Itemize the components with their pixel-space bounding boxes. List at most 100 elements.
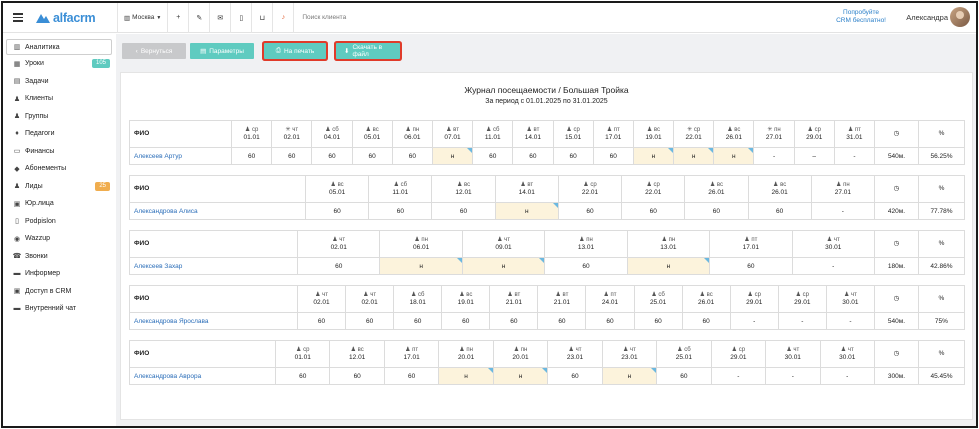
attendance-cell[interactable]: н (438, 367, 494, 385)
date-column-header[interactable]: ♟ пн 20.01 (438, 340, 494, 368)
avatar[interactable] (950, 7, 970, 27)
attendance-cell[interactable]: - (777, 312, 827, 330)
date-column-header[interactable]: ♟ пт 17.01 (592, 120, 634, 148)
attendance-cell[interactable]: н (601, 367, 658, 385)
attendance-cell[interactable]: н (431, 147, 474, 165)
attendance-cell[interactable]: 60 (296, 312, 347, 330)
date-column-header[interactable]: ♟ вс 26.01 (747, 175, 812, 203)
date-column-header[interactable]: ✳ пн 27.01 (753, 120, 795, 148)
date-column-header[interactable]: ♟ пн 06.01 (391, 120, 433, 148)
download-button[interactable]: ⬇ Скачать в файл (336, 43, 400, 59)
params-button[interactable]: ▤ Параметры (190, 43, 254, 59)
date-column-header[interactable]: ♟ вс 26.01 (681, 285, 731, 313)
attendance-cell[interactable]: 60 (489, 312, 539, 330)
date-column-header[interactable]: ♟ вс 05.01 (351, 120, 393, 148)
date-column-header[interactable]: ♟ сб 11.01 (472, 120, 514, 148)
attendance-cell[interactable]: н (494, 202, 559, 220)
sidebar-item[interactable]: ♟ Группы (3, 108, 115, 126)
attendance-cell[interactable]: - (729, 312, 779, 330)
attendance-cell[interactable]: 60 (351, 147, 393, 165)
attendance-cell[interactable]: - (810, 202, 875, 220)
sidebar-item[interactable]: ▯ Podpislon (3, 213, 115, 231)
attendance-cell[interactable]: 60 (684, 202, 749, 220)
attendance-cell[interactable]: 60 (296, 257, 381, 275)
sidebar-item[interactable]: ▤ Задачи (3, 73, 115, 91)
sidebar-item[interactable]: ♟ Клиенты (3, 90, 115, 108)
student-name-link[interactable]: Александрова Ярослава (129, 312, 298, 330)
sidebar-item[interactable]: ▥ Аналитика (6, 39, 112, 55)
attendance-cell[interactable]: н (632, 147, 675, 165)
date-column-header[interactable]: ♟ чт 09.01 (461, 230, 546, 258)
attendance-cell[interactable]: 60 (681, 312, 731, 330)
date-column-header[interactable]: ♟ ср 29.01 (793, 120, 835, 148)
attendance-cell[interactable]: 60 (274, 367, 331, 385)
date-column-header[interactable]: ♟ пт 24.01 (585, 285, 635, 313)
date-column-header[interactable]: ♟ чт 02.01 (345, 285, 395, 313)
attendance-cell[interactable]: 60 (592, 147, 634, 165)
sidebar-item[interactable]: ▭ Финансы (3, 143, 115, 161)
attendance-cell[interactable]: 60 (345, 312, 395, 330)
date-column-header[interactable]: ♟ пн 20.01 (492, 340, 549, 368)
attendance-cell[interactable]: 60 (537, 312, 587, 330)
print-button[interactable]: ⎙ На печать (264, 43, 326, 59)
attendance-cell[interactable]: 60 (547, 367, 603, 385)
logo[interactable]: alfacrm (35, 11, 117, 25)
student-name-link[interactable]: Александрова Аврора (129, 367, 276, 385)
attendance-cell[interactable]: н (673, 147, 715, 165)
try-free-link[interactable]: Попробуйте CRM бесплатно! (836, 9, 886, 25)
attendance-cell[interactable]: - (833, 147, 876, 165)
date-column-header[interactable]: ♟ ср 29.01 (729, 285, 779, 313)
date-column-header[interactable]: ♟ чт 30.01 (819, 340, 875, 368)
plus-icon[interactable]: + (168, 3, 188, 33)
date-column-header[interactable]: ♟ ср 29.01 (710, 340, 767, 368)
date-column-header[interactable]: ♟ вт 14.01 (494, 175, 559, 203)
date-column-header[interactable]: ♟ ср 15.01 (552, 120, 594, 148)
date-column-header[interactable]: ♟ сб 11.01 (368, 175, 433, 203)
date-column-header[interactable]: ✳ чт 02.01 (271, 120, 313, 148)
date-column-header[interactable]: ♟ пн 27.01 (810, 175, 875, 203)
date-column-header[interactable]: ♟ чт 23.01 (547, 340, 603, 368)
date-column-header[interactable]: ♟ ср 22.01 (621, 175, 686, 203)
student-name-link[interactable]: Александрова Алиса (129, 202, 306, 220)
sidebar-item[interactable]: ▣ Юр.лица (3, 195, 115, 213)
sidebar-item[interactable]: ☎ Звонки (3, 248, 115, 266)
date-column-header[interactable]: ♟ чт 30.01 (791, 230, 875, 258)
attendance-cell[interactable]: 60 (271, 147, 313, 165)
date-column-header[interactable]: ♟ ср 01.01 (230, 120, 273, 148)
attendance-cell[interactable]: н (713, 147, 755, 165)
user-name[interactable]: Александра (906, 13, 948, 22)
sidebar-item[interactable]: ▦ Уроки 105 (3, 55, 115, 73)
sidebar-item[interactable]: ◆ Абонементы (3, 160, 115, 178)
date-column-header[interactable]: ♟ чт 02.01 (296, 285, 347, 313)
attendance-cell[interactable]: 60 (311, 147, 353, 165)
date-column-header[interactable]: ♟ вс 26.01 (713, 120, 755, 148)
date-column-header[interactable]: ♟ сб 25.01 (633, 285, 683, 313)
back-button[interactable]: ‹ Вернуться (122, 43, 186, 59)
date-column-header[interactable]: ♟ сб 04.01 (311, 120, 353, 148)
attendance-cell[interactable]: - (791, 257, 875, 275)
date-column-header[interactable]: ♟ ср 29.01 (777, 285, 827, 313)
attendance-cell[interactable]: 60 (391, 147, 433, 165)
attendance-cell[interactable]: - (710, 367, 767, 385)
date-column-header[interactable]: ♟ пн 06.01 (379, 230, 463, 258)
attendance-cell[interactable]: 60 (512, 147, 554, 165)
attendance-cell[interactable]: 60 (431, 202, 496, 220)
cart-icon[interactable]: ⊔ (252, 3, 272, 33)
date-column-header[interactable]: ♟ чт 02.01 (296, 230, 381, 258)
date-column-header[interactable]: ♟ сб 18.01 (393, 285, 443, 313)
date-column-header[interactable]: ♟ вт 21.01 (537, 285, 587, 313)
date-column-header[interactable]: ♟ чт 23.01 (601, 340, 658, 368)
date-column-header[interactable]: ♟ вт 21.01 (489, 285, 539, 313)
attendance-cell[interactable]: 60 (544, 257, 628, 275)
attendance-cell[interactable]: 60 (393, 312, 443, 330)
branch-select[interactable]: ▥ Москва ▼ (118, 3, 167, 33)
date-column-header[interactable]: ♟ вт 07.01 (431, 120, 474, 148)
date-column-header[interactable]: ♟ пн 13.01 (626, 230, 711, 258)
date-column-header[interactable]: ♟ вс 12.01 (329, 340, 385, 368)
sidebar-item[interactable]: ▬ Информер (3, 265, 115, 283)
sidebar-item[interactable]: ◉ Wazzup (3, 230, 115, 248)
attendance-cell[interactable]: - (753, 147, 795, 165)
attendance-cell[interactable]: 60 (585, 312, 635, 330)
attendance-cell[interactable]: 60 (383, 367, 440, 385)
attendance-cell[interactable]: - (819, 367, 875, 385)
